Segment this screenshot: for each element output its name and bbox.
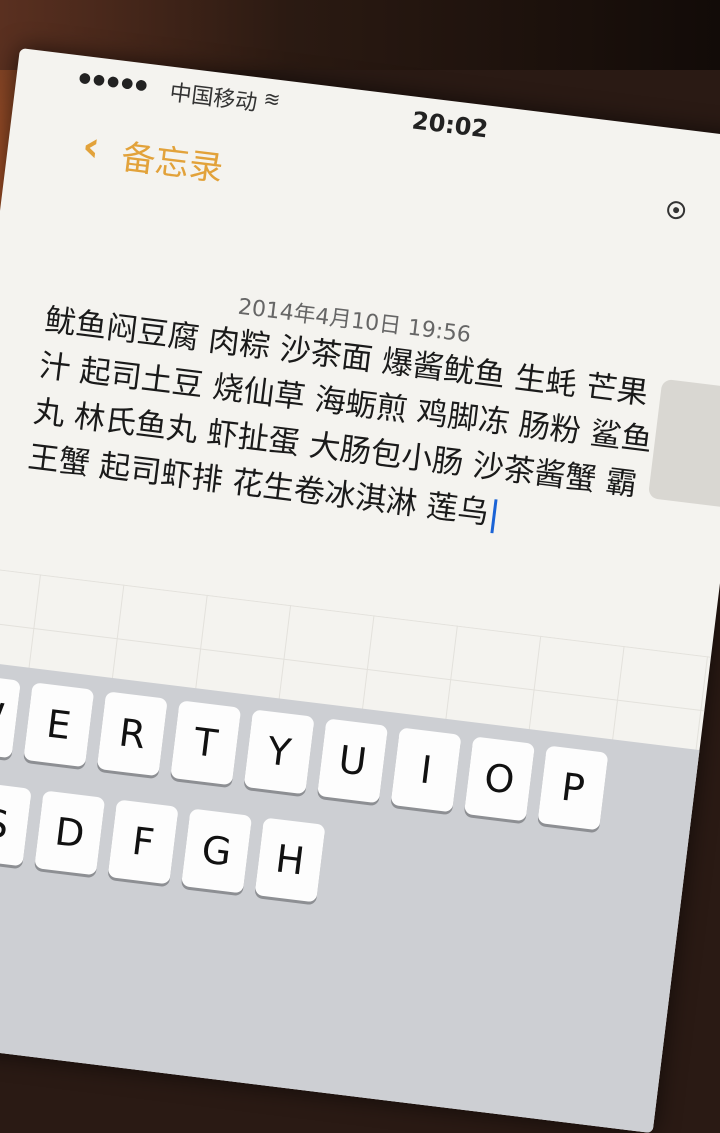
key-p[interactable]: P xyxy=(537,745,609,831)
key-y[interactable]: Y xyxy=(243,709,315,795)
key-w[interactable]: W xyxy=(0,673,21,759)
key-r[interactable]: R xyxy=(96,691,168,777)
key-d[interactable]: D xyxy=(34,790,106,876)
note-text: 鱿鱼闷豆腐 肉粽 沙茶面 爆酱鱿鱼 生蚝 芒果汁 起司土豆 烧仙草 海蛎煎 鸡脚… xyxy=(26,302,655,532)
back-chevron-icon[interactable]: ‹ xyxy=(80,121,103,172)
key-o[interactable]: O xyxy=(463,736,536,822)
key-e[interactable]: E xyxy=(23,682,95,768)
note-text-area[interactable]: 鱿鱼闷豆腐 肉粽 沙茶面 爆酱鱿鱼 生蚝 芒果汁 起司土豆 烧仙草 海蛎煎 鸡脚… xyxy=(25,297,663,555)
wifi-icon: ≋ xyxy=(262,86,282,113)
key-i[interactable]: I xyxy=(390,727,462,813)
key-f[interactable]: F xyxy=(107,799,179,885)
key-h[interactable]: H xyxy=(254,817,326,903)
key-t[interactable]: T xyxy=(170,700,242,786)
phone-screen: ●●●●● 中国移动 ≋ 20:02 ‹ 备忘录 2014年4月10日 19:5… xyxy=(0,48,720,1133)
back-button[interactable]: 备忘录 xyxy=(119,129,226,190)
carrier-name: 中国移动 xyxy=(168,80,259,117)
key-g[interactable]: G xyxy=(181,808,253,894)
text-cursor xyxy=(490,498,498,533)
key-u[interactable]: U xyxy=(317,718,389,804)
status-time: 20:02 xyxy=(410,106,490,144)
signal-strength-icon: ●●●●● xyxy=(77,69,151,94)
key-s[interactable]: S xyxy=(0,781,32,867)
